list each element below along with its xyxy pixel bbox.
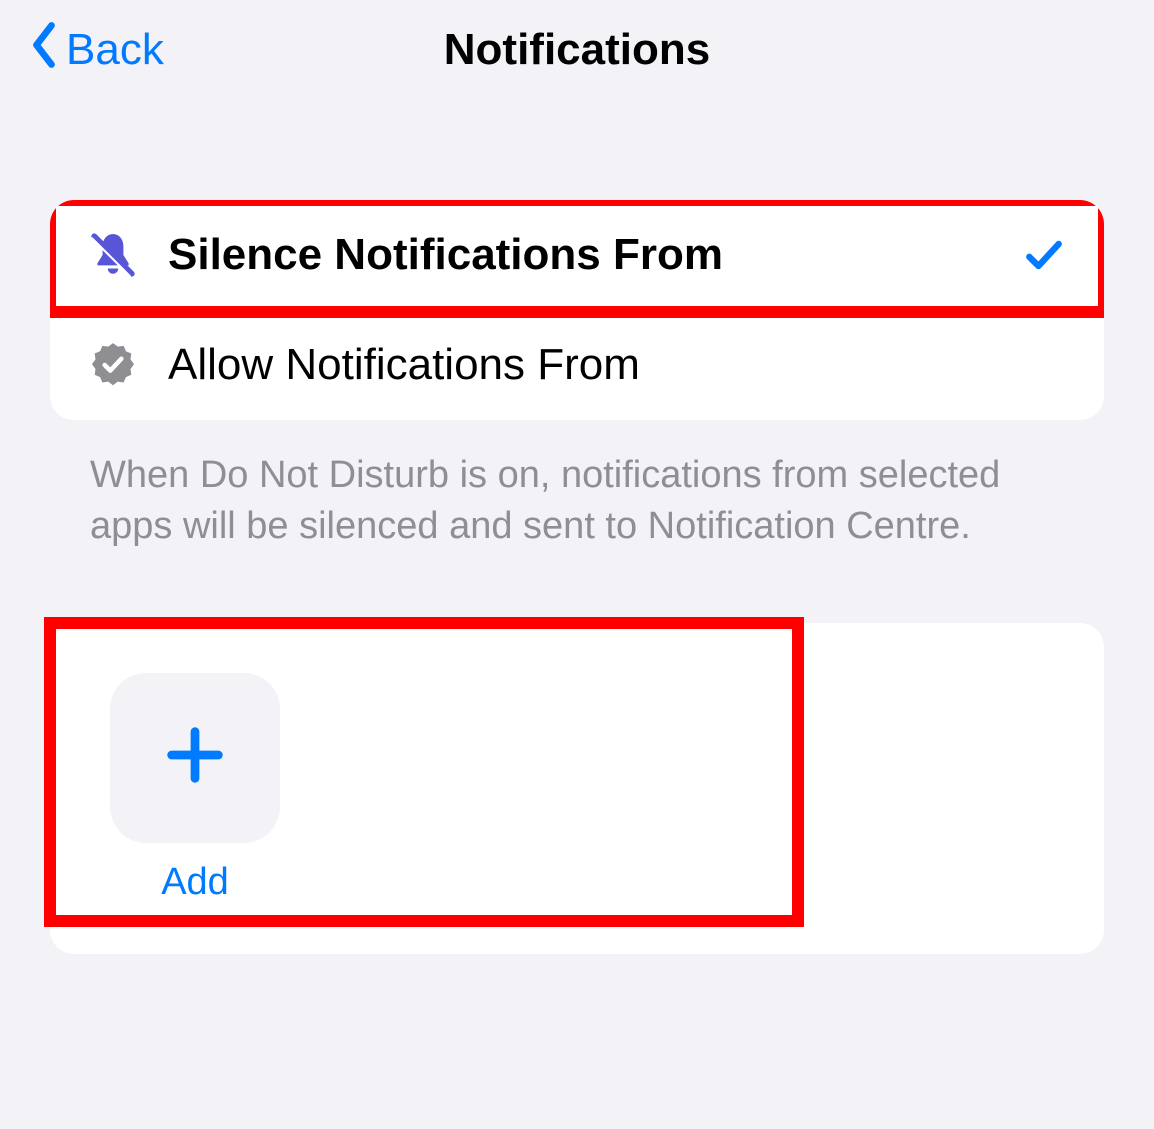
option-allow-label: Allow Notifications From xyxy=(168,340,1066,390)
option-silence-label: Silence Notifications From xyxy=(168,230,992,280)
add-section: Add xyxy=(50,623,1104,954)
content: Silence Notifications From Allow Notific… xyxy=(0,100,1154,954)
plus-icon xyxy=(160,720,230,795)
add-label: Add xyxy=(161,861,229,904)
option-allow[interactable]: Allow Notifications From xyxy=(50,310,1104,420)
option-silence[interactable]: Silence Notifications From xyxy=(50,200,1104,310)
header: Back Notifications xyxy=(0,0,1154,100)
checkmark-icon xyxy=(1022,233,1066,277)
page-title: Notifications xyxy=(444,25,710,75)
chevron-left-icon xyxy=(30,21,58,80)
back-label: Back xyxy=(66,25,164,75)
add-square xyxy=(110,673,280,843)
add-app-button[interactable]: Add xyxy=(110,673,280,904)
back-button[interactable]: Back xyxy=(30,21,164,80)
footer-description: When Do Not Disturb is on, notifications… xyxy=(50,420,1104,553)
bell-slash-icon xyxy=(88,230,138,280)
seal-check-icon xyxy=(88,340,138,390)
options-list: Silence Notifications From Allow Notific… xyxy=(50,200,1104,420)
